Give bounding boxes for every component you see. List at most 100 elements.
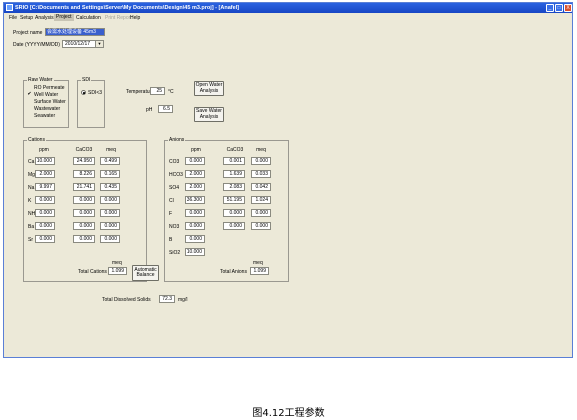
app-icon: [6, 4, 13, 11]
sdi-option[interactable]: SDI<3: [88, 90, 102, 96]
cations-group: Cations ppm CaCO3 meq Ca 10.000 24.950 0.49…: [23, 137, 147, 282]
anions-ppm-input[interactable]: 0.000: [185, 157, 205, 165]
cations-header-meq: meq: [106, 147, 116, 153]
anions-caco3-value: 51.195: [223, 196, 245, 204]
ph-label: pH: [146, 107, 153, 113]
option-ro-permeate[interactable]: RO Permeate: [34, 85, 65, 91]
cations-ppm-input[interactable]: 10.000: [35, 157, 55, 165]
anions-meq-value: 0.033: [251, 170, 271, 178]
cations-ppm-input[interactable]: 9.997: [35, 183, 55, 191]
date-value: 2010/12/17: [65, 41, 91, 47]
app-window: SRIO [C:\Documents and Settings\Server\M…: [3, 2, 573, 358]
cations-ppm-input[interactable]: 0.000: [35, 209, 55, 217]
anions-header-caco3: CaCO3: [226, 147, 244, 153]
chevron-down-icon[interactable]: ▼: [95, 41, 103, 47]
checkbox-ro-permeate[interactable]: [27, 85, 32, 90]
total-anions-value: 1.099: [250, 267, 269, 275]
cations-caco3-value: 0.000: [73, 209, 95, 217]
anions-ppm-input[interactable]: 36.300: [185, 196, 205, 204]
date-select[interactable]: 2010/12/17 ▼: [62, 40, 104, 48]
maximize-button[interactable]: □: [555, 4, 563, 12]
anions-ion-label: NO3: [169, 224, 180, 230]
project-name-label: Project name: [13, 30, 43, 36]
checkbox-surface-water[interactable]: [27, 99, 32, 104]
ph-input[interactable]: 6.5: [158, 105, 173, 113]
anions-header-ppm: ppm: [191, 147, 201, 153]
minimize-button[interactable]: _: [546, 4, 554, 12]
anions-ion-label: CO3: [169, 159, 180, 165]
anions-ion-label: SO4: [169, 185, 180, 191]
anions-ppm-input[interactable]: 2.000: [185, 183, 205, 191]
anions-meq-value: 0.000: [251, 157, 271, 165]
cations-meq-value: 0.000: [100, 209, 120, 217]
sdi-radio[interactable]: [81, 90, 86, 95]
checkbox-seawater[interactable]: [27, 113, 32, 118]
cations-ion-label: Sr: [28, 237, 33, 243]
cations-meq-value: 0.000: [100, 196, 120, 204]
option-well-water[interactable]: Well Water: [34, 92, 58, 98]
anions-caco3-value: 2.083: [223, 183, 245, 191]
anions-group: Anions ppm CaCO3 meq CO3 0.000 0.001 0.000 H…: [164, 137, 289, 282]
tds-unit: mg/l: [178, 297, 188, 303]
cations-meq-value: 0.499: [100, 157, 120, 165]
anions-meq-value: 0.042: [251, 183, 271, 191]
cations-ppm-input[interactable]: 0.000: [35, 235, 55, 243]
tds-label: Total Dissolved Solids: [102, 297, 151, 303]
anions-ppm-input[interactable]: 10.000: [185, 248, 205, 256]
anions-ppm-input[interactable]: 0.000: [185, 222, 205, 230]
menu-setup[interactable]: Setup: [20, 15, 33, 21]
cations-caco3-value: 24.950: [73, 157, 95, 165]
raw-water-title: Raw Water: [27, 77, 54, 83]
anions-caco3-value: 0.000: [223, 209, 245, 217]
cations-ppm-input[interactable]: 0.000: [35, 196, 55, 204]
automatic-balance-button[interactable]: Automatic Balance: [132, 265, 159, 281]
cations-caco3-value: 8.226: [73, 170, 95, 178]
save-water-analysis-button[interactable]: Save Water Analysis: [194, 107, 224, 122]
menu-file[interactable]: File: [9, 15, 17, 21]
cations-ion-label: Ca: [28, 159, 35, 165]
cations-ion-label: Na: [28, 185, 35, 191]
menu-project[interactable]: Project: [54, 14, 74, 21]
option-wastewater[interactable]: Wastewater: [34, 106, 60, 112]
option-surface-water[interactable]: Surface Water: [34, 99, 66, 105]
menu-analysis[interactable]: Analysis: [35, 15, 54, 21]
anions-meq-value: 1.024: [251, 196, 271, 204]
anions-ppm-input[interactable]: 2.000: [185, 170, 205, 178]
anions-ppm-input[interactable]: 0.000: [185, 235, 205, 243]
raw-water-group: Raw Water RO Permeate ✔ Well Water Surfa…: [23, 77, 69, 128]
cations-meq-value: 0.435: [100, 183, 120, 191]
menu-calculation[interactable]: Calculation: [76, 15, 101, 21]
anions-caco3-value: 1.639: [223, 170, 245, 178]
menu-print-report[interactable]: Print Report: [105, 15, 132, 21]
project-name-input[interactable]: 会需水处理设备 45m3: [45, 28, 105, 36]
open-water-analysis-button[interactable]: Open Water Analysis: [194, 81, 224, 96]
anions-ion-label: Cl: [169, 198, 174, 204]
menu-help[interactable]: Help: [130, 15, 140, 21]
save-button-line2: Analysis: [199, 113, 219, 120]
option-seawater[interactable]: Seawater: [34, 113, 55, 119]
cations-header-caco3: CaCO3: [75, 147, 93, 153]
cations-caco3-value: 0.000: [73, 235, 95, 243]
total-cations-label: Total Cations: [78, 269, 107, 275]
cations-title: Cations: [27, 137, 46, 143]
anions-ppm-input[interactable]: 0.000: [185, 209, 205, 217]
anions-ion-label: HCO3: [169, 172, 183, 178]
anions-ion-label: SiO2: [169, 250, 181, 256]
sdi-title: SDI: [81, 77, 92, 83]
anions-meq-value: 0.000: [251, 209, 271, 217]
cations-meq-value: 0.165: [100, 170, 120, 178]
close-button[interactable]: X: [564, 4, 572, 12]
menu-bar: File Setup Analysis Project Calculation …: [4, 13, 572, 22]
checkbox-wastewater[interactable]: [27, 106, 32, 111]
cations-ppm-input[interactable]: 2.000: [35, 170, 55, 178]
temperature-input[interactable]: 25: [150, 87, 165, 95]
cations-ion-label: Ba: [28, 224, 35, 230]
cations-ppm-input[interactable]: 0.000: [35, 222, 55, 230]
date-label: Date (YYYY/MM/DD): [13, 42, 60, 48]
total-anions-label: Total Anions: [220, 269, 247, 275]
total-cations-value: 1.099: [108, 267, 127, 275]
title-bar: SRIO [C:\Documents and Settings\Server\M…: [4, 3, 572, 13]
check-icon[interactable]: ✔: [27, 92, 32, 97]
cations-total-meq-label: meq: [112, 260, 122, 266]
cations-ion-label: Mg: [28, 172, 35, 178]
